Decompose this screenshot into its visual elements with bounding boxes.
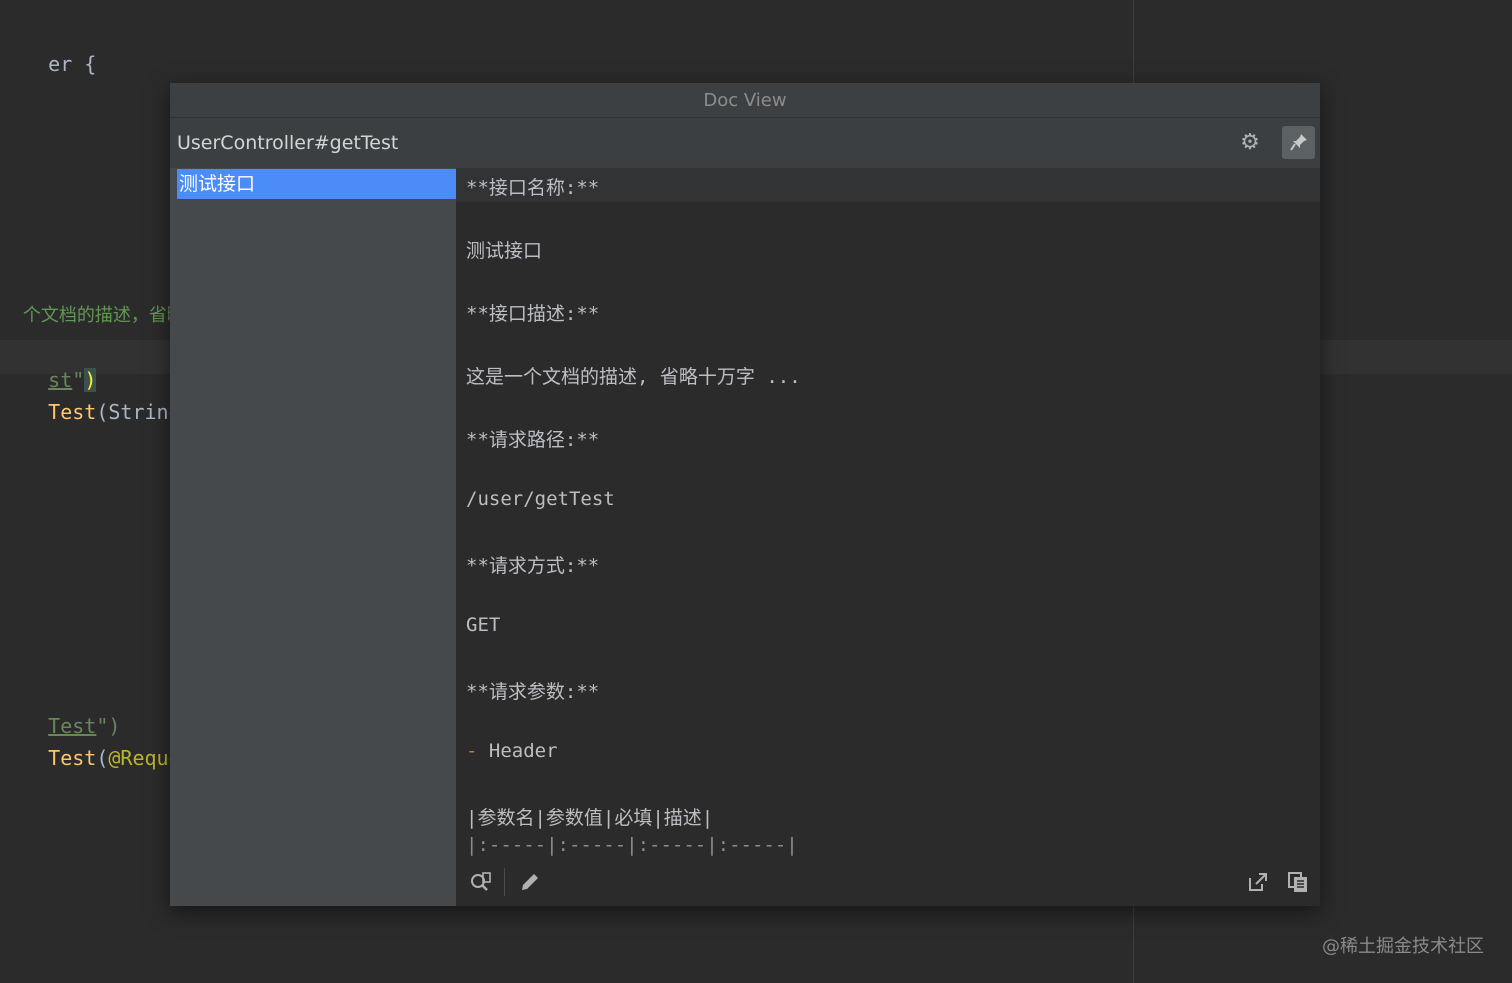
doc-line: GET bbox=[466, 614, 501, 636]
doc-line: |参数名|参数值|必填|描述| bbox=[466, 807, 714, 829]
list-bullet: - bbox=[466, 740, 478, 762]
code-method: Test bbox=[48, 746, 97, 770]
comment-text: 个文档的描述，省略 bbox=[22, 305, 185, 326]
doc-header-title: UserController#getTest bbox=[177, 132, 399, 154]
doc-line: **接口描述:** bbox=[466, 303, 600, 325]
doc-content-pane[interactable]: **接口名称:** 测试接口 **接口描述:** 这是一个文档的描述, 省略十万… bbox=[456, 168, 1320, 906]
doc-toolbar bbox=[456, 858, 1320, 906]
doc-line: **请求参数:** bbox=[466, 681, 600, 703]
code-text: er { bbox=[48, 52, 97, 76]
doc-line: **请求方式:** bbox=[466, 555, 600, 577]
watermark: @稀土掘金技术社区 bbox=[1322, 936, 1484, 957]
doc-line: |:-----|:-----|:-----|:-----| bbox=[466, 834, 798, 856]
list-text: Header bbox=[488, 740, 558, 762]
sidebar-item-selected[interactable]: 测试接口 bbox=[177, 169, 456, 199]
doc-line: - Header bbox=[466, 740, 558, 762]
doc-view-popup: Doc View UserController#getTest ⚙ 测试接口 *… bbox=[170, 83, 1320, 906]
doc-line: 这是一个文档的描述, 省略十万字 ... bbox=[466, 366, 801, 388]
pin-icon[interactable] bbox=[1282, 126, 1315, 159]
toolbar-divider bbox=[504, 868, 505, 896]
copy-icon[interactable] bbox=[1286, 870, 1310, 894]
popup-titlebar[interactable]: Doc View bbox=[170, 83, 1320, 118]
code-line[interactable]: er { bbox=[0, 28, 96, 100]
doc-line: 测试接口 bbox=[466, 240, 543, 262]
code-text: ( bbox=[96, 746, 109, 770]
pencil-icon[interactable] bbox=[518, 870, 542, 894]
gear-icon[interactable]: ⚙ bbox=[1238, 131, 1262, 155]
doc-line: **请求路径:** bbox=[466, 429, 600, 451]
popup-header: UserController#getTest ⚙ bbox=[170, 118, 1320, 168]
doc-list-sidebar: 测试接口 bbox=[170, 168, 456, 906]
doc-line: /user/getTest bbox=[466, 488, 615, 510]
doc-line: **接口名称:** bbox=[466, 177, 600, 199]
code-comment[interactable]: 个文档的描述，省略 bbox=[0, 280, 185, 348]
code-method: Test bbox=[48, 400, 97, 424]
search-doc-icon[interactable] bbox=[468, 870, 492, 894]
external-link-icon[interactable] bbox=[1246, 870, 1270, 894]
